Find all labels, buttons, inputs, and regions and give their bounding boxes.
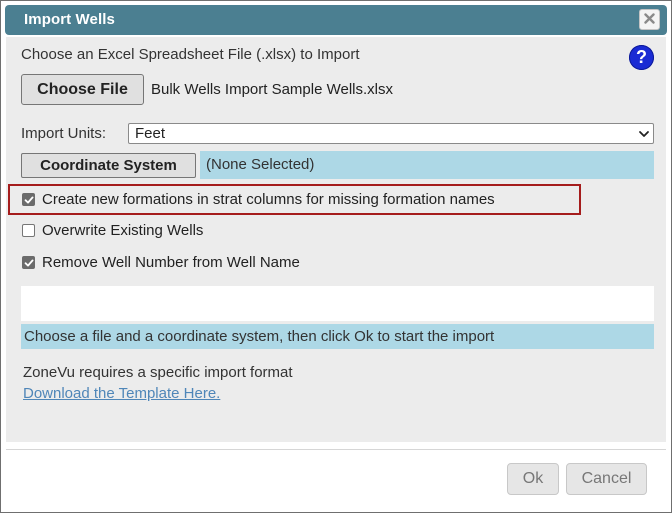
status-message: Choose a file and a coordinate system, t… bbox=[21, 324, 654, 349]
create-formations-option[interactable]: Create new formations in strat columns f… bbox=[22, 191, 495, 208]
dialog-content: Choose an Excel Spreadsheet File (.xlsx)… bbox=[6, 37, 666, 442]
import-wells-dialog: Import Wells Choose an Excel Spreadsheet… bbox=[0, 0, 672, 513]
import-log-area bbox=[21, 286, 654, 321]
help-icon-glyph: ? bbox=[636, 47, 647, 67]
overwrite-wells-label: Overwrite Existing Wells bbox=[42, 222, 204, 239]
create-formations-label: Create new formations in strat columns f… bbox=[42, 191, 495, 208]
create-formations-checkbox[interactable] bbox=[22, 193, 35, 206]
dialog-title: Import Wells bbox=[24, 11, 115, 28]
help-icon[interactable]: ? bbox=[629, 45, 654, 70]
import-units-label: Import Units: bbox=[21, 125, 107, 142]
close-button[interactable] bbox=[639, 9, 660, 30]
coordinate-system-value: (None Selected) bbox=[200, 151, 654, 179]
choose-file-button[interactable]: Choose File bbox=[21, 74, 144, 105]
format-info-text: ZoneVu requires a specific import format bbox=[23, 364, 293, 381]
import-units-select[interactable]: Feet bbox=[128, 123, 654, 144]
check-icon bbox=[24, 196, 33, 203]
close-icon bbox=[644, 11, 655, 29]
overwrite-wells-option[interactable]: Overwrite Existing Wells bbox=[22, 222, 203, 239]
check-icon bbox=[24, 259, 33, 266]
overwrite-wells-checkbox[interactable] bbox=[22, 224, 35, 237]
cancel-button[interactable]: Cancel bbox=[566, 463, 647, 495]
coordinate-system-button[interactable]: Coordinate System bbox=[21, 153, 196, 178]
chevron-down-icon bbox=[638, 127, 650, 144]
remove-well-number-checkbox[interactable] bbox=[22, 256, 35, 269]
dialog-titlebar: Import Wells bbox=[5, 5, 667, 35]
import-units-value: Feet bbox=[135, 125, 166, 142]
remove-well-number-option[interactable]: Remove Well Number from Well Name bbox=[22, 254, 300, 271]
ok-button[interactable]: Ok bbox=[507, 463, 559, 495]
file-prompt-label: Choose an Excel Spreadsheet File (.xlsx)… bbox=[21, 46, 360, 63]
download-template-link[interactable]: Download the Template Here. bbox=[23, 385, 220, 402]
remove-well-number-label: Remove Well Number from Well Name bbox=[42, 254, 300, 271]
selected-file-name: Bulk Wells Import Sample Wells.xlsx bbox=[151, 81, 394, 98]
footer-divider bbox=[6, 449, 666, 450]
